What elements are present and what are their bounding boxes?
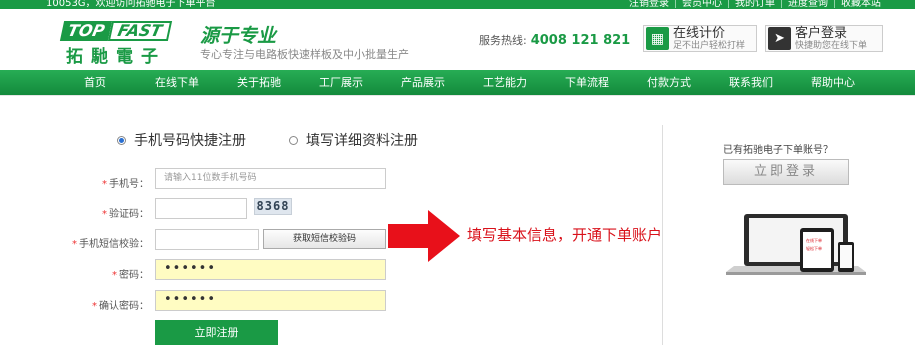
nav-home[interactable]: 首页: [54, 70, 136, 95]
logo[interactable]: TOP FAST: [59, 21, 194, 41]
side-login-button[interactable]: 立即登录: [723, 159, 849, 185]
main-nav: 首页 在线下单 关于拓驰 工厂展示 产品展示 工艺能力 下单流程 付款方式 联系…: [0, 70, 915, 95]
logout-link[interactable]: 注销登录: [623, 0, 675, 9]
panel-divider: [662, 125, 663, 345]
get-sms-code-button[interactable]: 获取短信校验码: [263, 229, 386, 249]
hotline-number: 4008 121 821: [530, 33, 631, 48]
online-quote-title: 在线计价: [673, 25, 726, 41]
site-header: TOP FAST 拓馳電子 源于专业 专心专注与电路板快速样板及中小批量生产 服…: [0, 9, 915, 70]
my-orders-link[interactable]: 我的订单: [728, 0, 781, 9]
welcome-text: 10053G，欢迎访问拓驰电子下单平台: [46, 0, 216, 9]
annotation-text: 填写基本信息，开通下单账户: [467, 226, 663, 244]
nav-about[interactable]: 关于拓驰: [218, 70, 300, 95]
logo-top-text: TOP: [59, 21, 113, 41]
radio-quick-register[interactable]: 手机号码快捷注册: [117, 130, 246, 150]
hotline: 服务热线: 4008 121 821: [479, 32, 630, 48]
captcha-input[interactable]: [155, 198, 247, 219]
radio-quick-label: 手机号码快捷注册: [134, 133, 246, 149]
have-account-text: 已有拓驰电子下单账号？: [723, 145, 833, 156]
nav-factory[interactable]: 工厂展示: [300, 70, 382, 95]
calculator-icon: ▦: [646, 27, 669, 50]
progress-query-link[interactable]: 进度查询: [781, 0, 834, 9]
customer-login-title: 客户登录: [795, 25, 848, 41]
logo-fast-text: FAST: [108, 21, 173, 41]
customer-login-subtitle: 快捷助您在线下单: [795, 40, 868, 51]
tagline: 专心专注与电路板快速样板及中小批量生产: [200, 48, 409, 61]
password-label: * 密码：: [112, 270, 149, 281]
slogan: 源于专业: [200, 25, 277, 47]
register-button[interactable]: 立即注册: [155, 320, 278, 345]
sms-code-input[interactable]: [155, 229, 259, 250]
nav-payment[interactable]: 付款方式: [628, 70, 710, 95]
logo-chinese-name: 拓馳電子: [66, 47, 166, 67]
device-text-1: 在线下单: [806, 237, 822, 243]
sms-label: * 手机短信校验：: [72, 239, 149, 250]
online-quote-subtitle: 足不出户轻松打样: [673, 40, 746, 51]
radio-selected-icon: [117, 135, 126, 145]
device-text-2: 轻松下单: [806, 245, 822, 251]
nav-capability[interactable]: 工艺能力: [464, 70, 546, 95]
devices-illustration: 在线下单 轻松下单: [726, 214, 866, 275]
customer-login-button[interactable]: ➤ 客户登录 快捷助您在线下单: [765, 25, 883, 52]
phone-input[interactable]: 请输入11位数手机号码: [155, 168, 386, 189]
nav-products[interactable]: 产品展示: [382, 70, 464, 95]
cursor-icon: ➤: [768, 27, 791, 50]
hotline-label: 服务热线:: [479, 34, 527, 47]
member-center-link[interactable]: 会员中心: [675, 0, 728, 9]
bookmark-link[interactable]: 收藏本站: [834, 0, 887, 9]
radio-unselected-icon: [289, 135, 298, 145]
nav-help[interactable]: 帮助中心: [792, 70, 874, 95]
red-arrow-icon: [388, 210, 460, 262]
phone-label: * 手机号：: [102, 179, 149, 190]
code-label: * 验证码：: [102, 209, 149, 220]
nav-contact[interactable]: 联系我们: [710, 70, 792, 95]
nav-order-process[interactable]: 下单流程: [546, 70, 628, 95]
nav-online-order[interactable]: 在线下单: [136, 70, 218, 95]
confirm-password-input[interactable]: ••••••: [155, 290, 386, 311]
confirm-password-label: * 确认密码：: [92, 301, 149, 312]
top-links: 注销登录 会员中心 我的订单 进度查询 收藏本站: [623, 0, 887, 9]
radio-detail-label: 填写详细资料注册: [306, 133, 418, 149]
password-input[interactable]: ••••••: [155, 259, 386, 280]
radio-detail-register[interactable]: 填写详细资料注册: [289, 130, 418, 150]
captcha-image[interactable]: 8368: [254, 198, 292, 215]
top-bar: 10053G，欢迎访问拓驰电子下单平台 注销登录 会员中心 我的订单 进度查询 …: [0, 0, 915, 9]
online-quote-button[interactable]: ▦ 在线计价 足不出户轻松打样: [643, 25, 757, 52]
